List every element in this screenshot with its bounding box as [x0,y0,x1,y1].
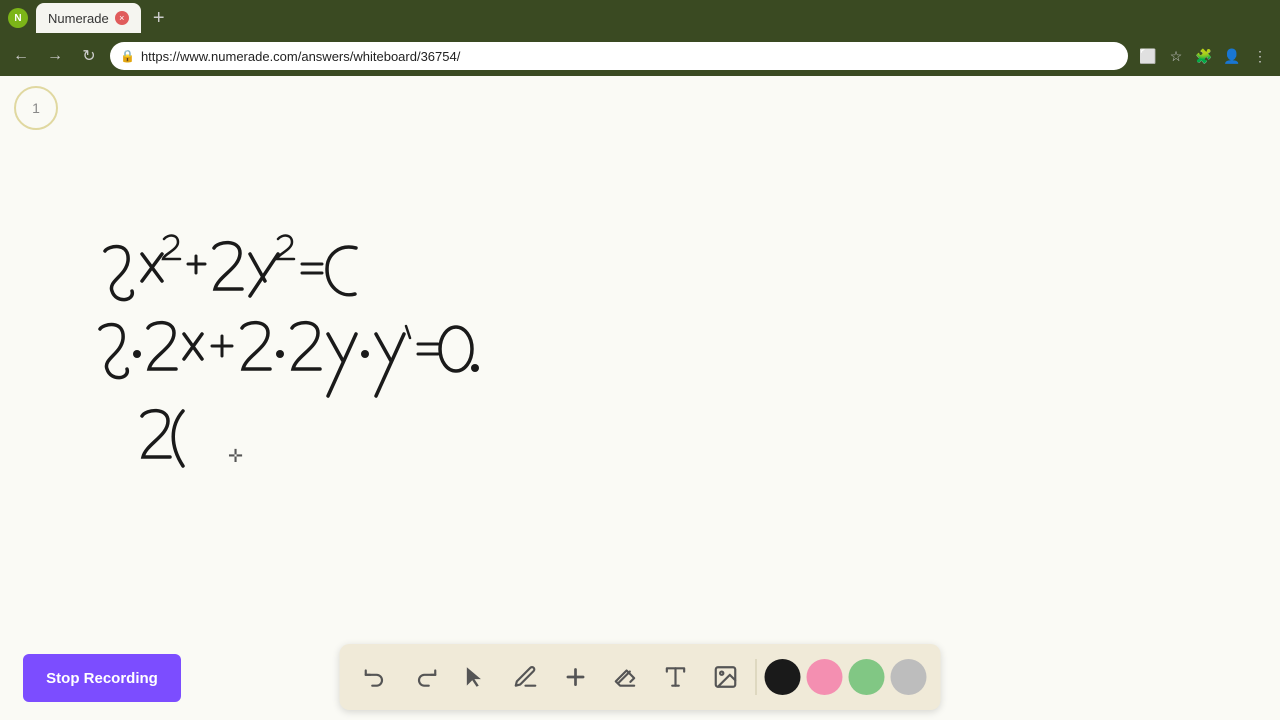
forward-button[interactable]: → [42,43,68,69]
lock-icon: 🔒 [120,49,135,63]
url-bar[interactable]: 🔒 https://www.numerade.com/answers/white… [110,42,1128,70]
back-button[interactable]: ← [8,43,34,69]
text-tool-button[interactable] [654,655,698,699]
undo-button[interactable] [354,655,398,699]
pen-tool-button[interactable] [504,655,548,699]
eraser-tool-button[interactable] [604,655,648,699]
address-bar: ← → ↻ 🔒 https://www.numerade.com/answers… [0,36,1280,76]
redo-button[interactable] [404,655,448,699]
browser-logo: N [8,8,28,28]
whiteboard[interactable]: 1 [0,76,1280,720]
cast-icon[interactable]: ⬜ [1136,44,1160,68]
color-black-swatch[interactable] [765,659,801,695]
add-button[interactable] [554,655,598,699]
select-tool-button[interactable] [454,655,498,699]
color-gray-swatch[interactable] [891,659,927,695]
more-icon[interactable]: ⋮ [1248,44,1272,68]
tab-close-button[interactable]: × [115,11,129,25]
tab-title: Numerade [48,11,109,26]
color-green-swatch[interactable] [849,659,885,695]
color-pink-swatch[interactable] [807,659,843,695]
new-tab-button[interactable]: + [145,4,173,32]
extensions-icon[interactable]: 🧩 [1192,44,1216,68]
bottom-toolbar [340,644,941,710]
tab-bar: N Numerade × + [0,0,1280,36]
browser-toolbar-right: ⬜ ☆ 🧩 👤 ⋮ [1136,44,1272,68]
toolbar-separator [756,659,757,695]
browser-chrome: N Numerade × + ← → ↻ 🔒 https://www.numer… [0,0,1280,76]
stop-recording-button[interactable]: Stop Recording [23,654,181,702]
math-content [0,76,1280,720]
active-tab[interactable]: Numerade × [36,3,141,33]
profile-icon[interactable]: 👤 [1220,44,1244,68]
url-text: https://www.numerade.com/answers/whitebo… [141,49,460,64]
bookmark-icon[interactable]: ☆ [1164,44,1188,68]
image-tool-button[interactable] [704,655,748,699]
reload-button[interactable]: ↻ [76,43,102,69]
